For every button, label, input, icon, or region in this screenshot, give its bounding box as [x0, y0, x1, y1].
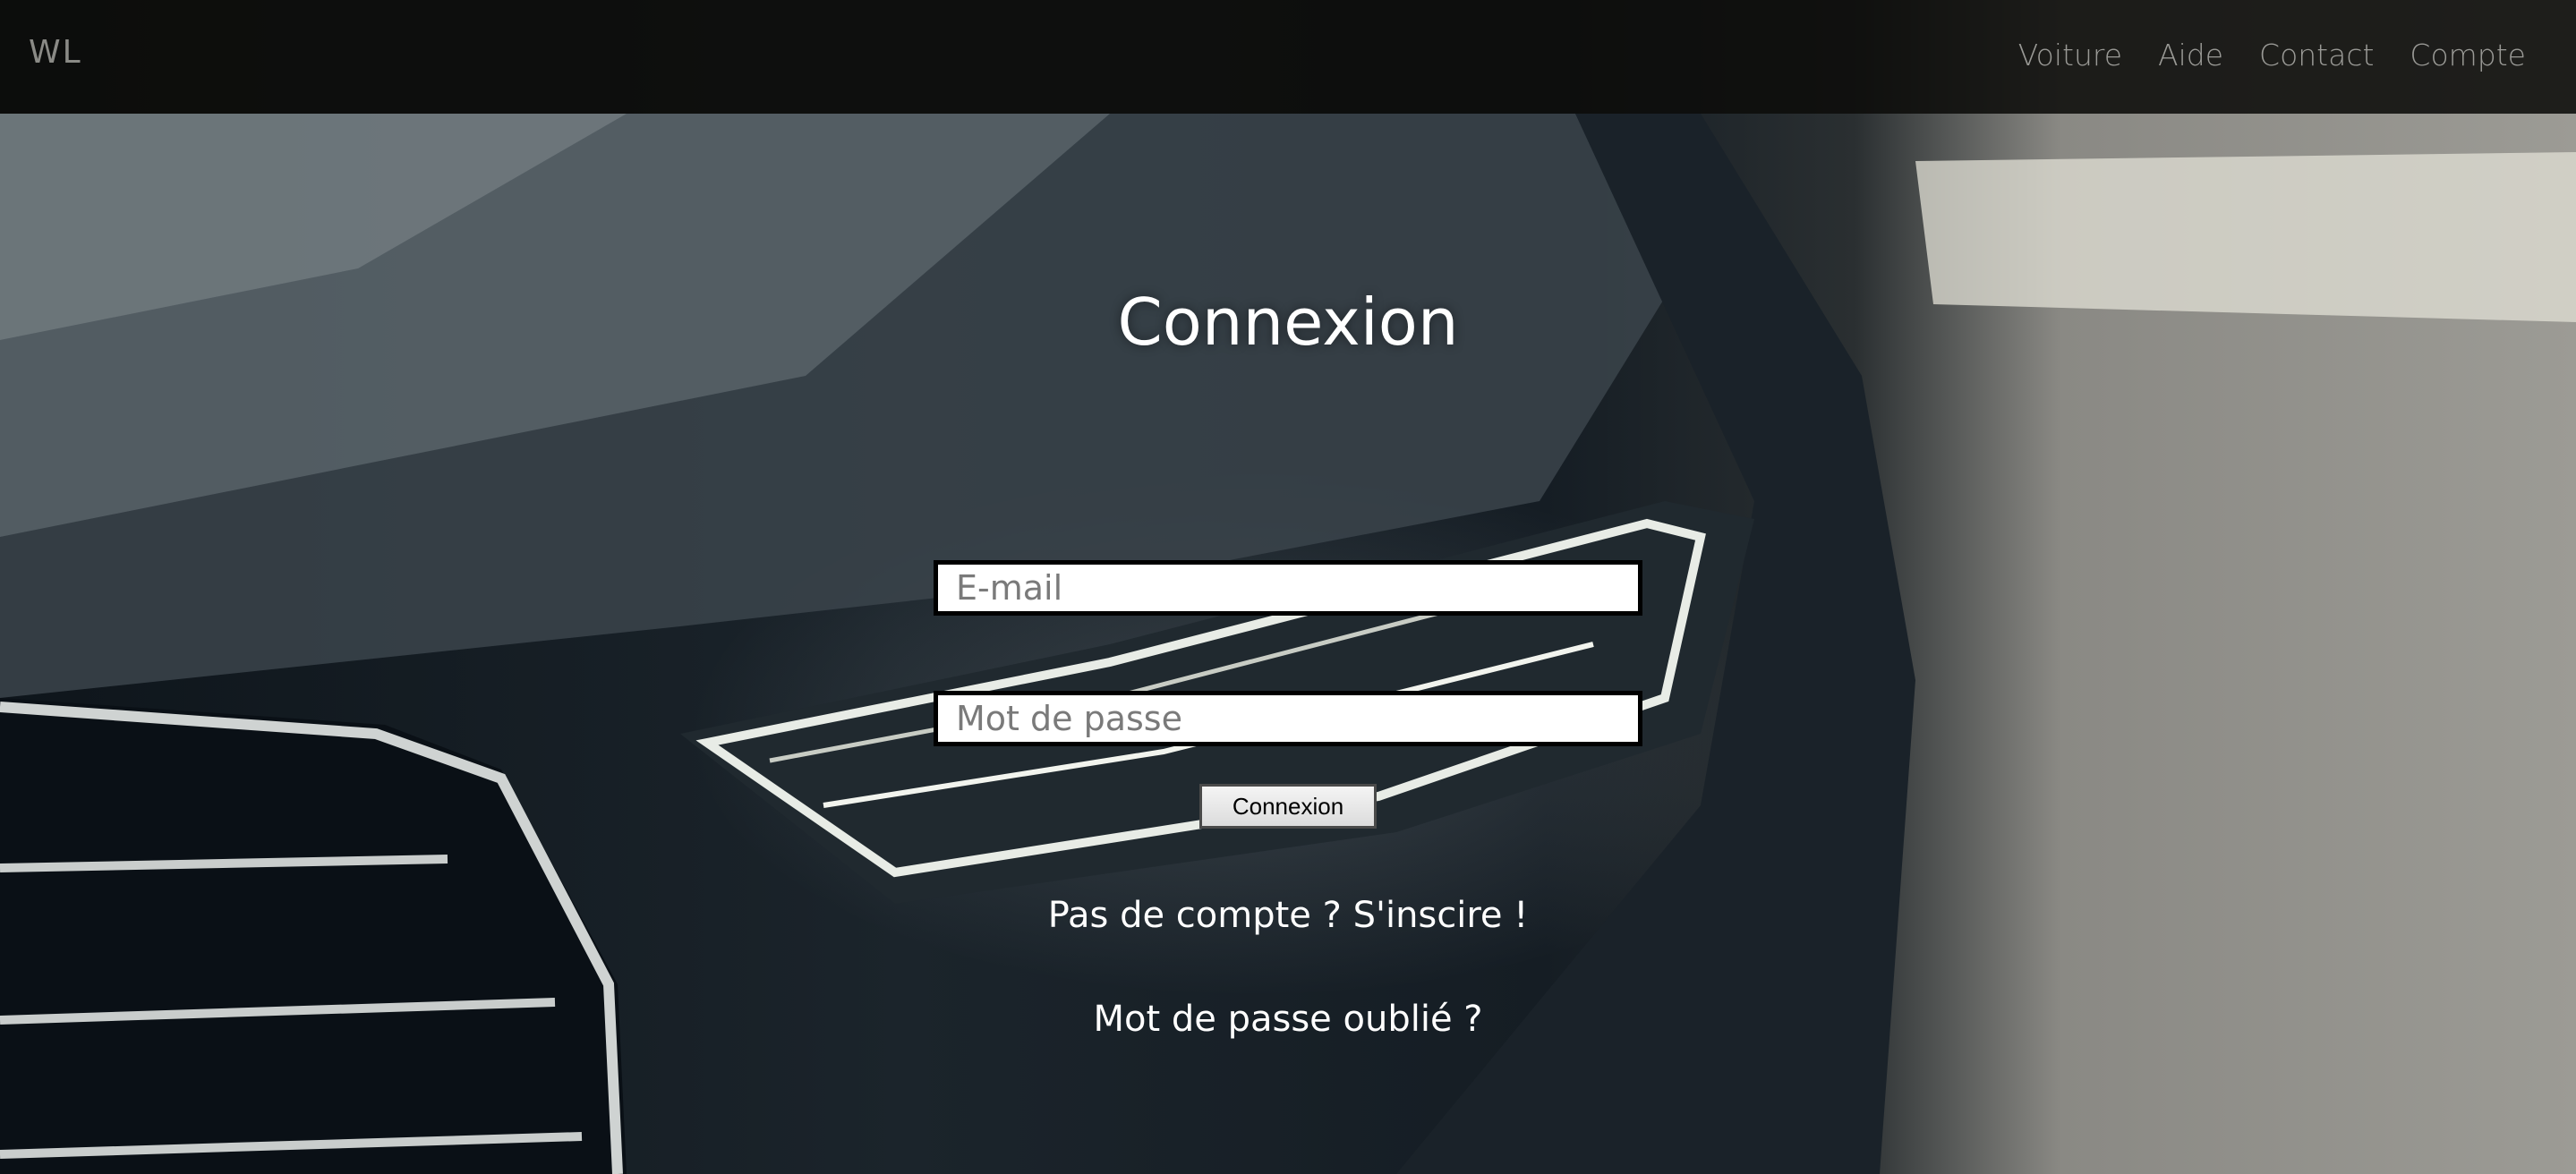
nav-link-aide[interactable]: Aide [2158, 38, 2223, 72]
nav-link-voiture[interactable]: Voiture [2018, 38, 2122, 72]
nav-links: Voiture Aide Contact Compte [2018, 38, 2526, 72]
page-title: Connexion [1117, 285, 1459, 360]
forgot-password-link[interactable]: Mot de passe oublié ? [0, 999, 2576, 1040]
nav-link-contact[interactable]: Contact [2259, 38, 2374, 72]
nav-link-compte[interactable]: Compte [2410, 38, 2526, 72]
email-field[interactable] [934, 560, 1642, 616]
login-button[interactable]: Connexion [1199, 784, 1377, 829]
top-navbar: WL Voiture Aide Contact Compte [0, 0, 2576, 114]
password-field[interactable] [934, 691, 1642, 746]
signup-link[interactable]: Pas de compte ? S'inscire ! [0, 895, 2576, 936]
site-logo[interactable]: WL [29, 34, 82, 71]
